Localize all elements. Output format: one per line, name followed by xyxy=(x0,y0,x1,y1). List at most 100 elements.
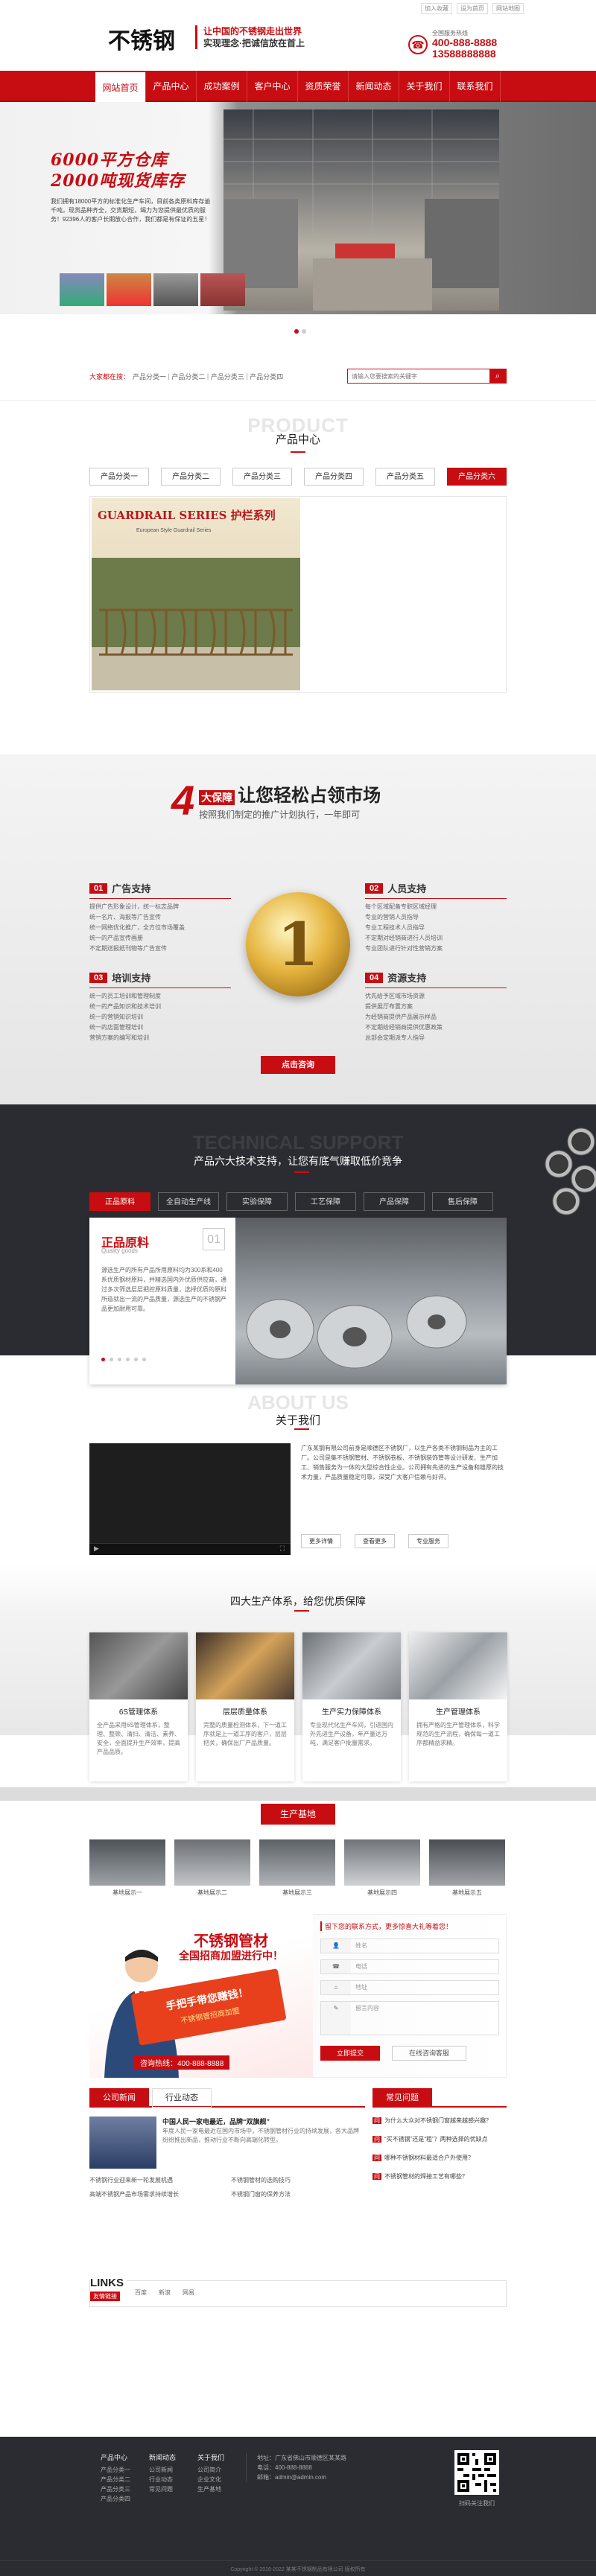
nav-item-products[interactable]: 产品中心 xyxy=(146,71,197,102)
faq-item[interactable]: 问为什么大众对不锈钢门窗越来越感兴趣？ xyxy=(372,2117,507,2125)
tab-category-4[interactable]: 产品分类四 xyxy=(304,468,364,486)
block-line: 统一名片、海报等广告宣传 xyxy=(89,914,161,920)
block-line: 提供广告形象设计，统一标志品牌 xyxy=(89,903,179,910)
tab-company-news[interactable]: 公司新闻 xyxy=(89,2088,149,2108)
tab-raw-material[interactable]: 正品原料 xyxy=(89,1192,150,1211)
nav-item-cases[interactable]: 成功案例 xyxy=(197,71,247,102)
news-thumb[interactable] xyxy=(89,2117,156,2169)
hot-keyword-3[interactable]: 产品分类三 xyxy=(211,372,244,381)
top-link-homepage[interactable]: 设为首页 xyxy=(457,3,488,14)
production-item-1[interactable]: 基地展示一 xyxy=(89,1839,165,1897)
message-field[interactable]: ✎ 留言内容 xyxy=(320,2001,499,2035)
production-item-4[interactable]: 基地展示四 xyxy=(344,1839,420,1897)
qr-code-icon xyxy=(454,2450,499,2495)
block-line: 优先给予区域市场资源 xyxy=(365,993,425,999)
about-video[interactable]: ▶ ⛶ xyxy=(89,1443,291,1555)
top-link-sitemap[interactable]: 网站地图 xyxy=(492,3,524,14)
footer-link[interactable]: 产品分类三 xyxy=(101,2484,130,2494)
tab-after-sales[interactable]: 售后保障 xyxy=(432,1192,493,1211)
tab-category-2[interactable]: 产品分类二 xyxy=(161,468,221,486)
fullscreen-icon[interactable]: ⛶ xyxy=(280,1545,285,1553)
nav-item-about[interactable]: 关于我们 xyxy=(399,71,450,102)
production-item-5[interactable]: 基地展示五 xyxy=(429,1839,505,1897)
faq-item[interactable]: 问不锈钢管材的焊接工艺有哪些？ xyxy=(372,2172,507,2181)
guarantee-card-4[interactable]: 生产管理体系 拥有严格的生产管理体系，科学规范的生产流程，确保每一道工序都精益求… xyxy=(409,1632,507,1781)
hot-keyword-2[interactable]: 产品分类二 xyxy=(171,372,205,381)
play-icon[interactable]: ▶ xyxy=(94,1545,99,1553)
about-more-button[interactable]: 更多详情 xyxy=(301,1534,341,1548)
block-line: 统一的营销知识培训 xyxy=(89,1014,143,1020)
faq-title: 常见问题 xyxy=(372,2088,432,2108)
friend-link[interactable]: 百度 xyxy=(135,2289,147,2297)
guarantee-card-1[interactable]: 6S管理体系 全产品采用6S管理体系，整理、整顿、清扫、清洁、素养、安全，全面提… xyxy=(89,1632,188,1781)
tab-category-3[interactable]: 产品分类三 xyxy=(232,468,292,486)
product-grid: GUARDRAIL SERIES 护栏系列 European Style Gua… xyxy=(89,496,507,693)
block-line: 统一的产品知识和技术培训 xyxy=(89,1003,161,1010)
title-underline xyxy=(294,1428,309,1430)
footer-link[interactable]: 公司简介 xyxy=(197,2465,224,2475)
nav-item-contact[interactable]: 联系我们 xyxy=(450,71,501,102)
faq-item[interactable]: 问 “买不锈钢”还是“租”？两种选择的优缺点 xyxy=(372,2135,507,2143)
tab-category-6[interactable]: 产品分类六 xyxy=(447,468,507,486)
product-card-guardrail[interactable]: GUARDRAIL SERIES 护栏系列 European Style Gua… xyxy=(92,498,300,690)
nav-item-honors[interactable]: 资质荣誉 xyxy=(298,71,349,102)
friend-link[interactable]: 新浪 xyxy=(159,2289,171,2297)
nav-item-home[interactable]: 网站首页 xyxy=(95,71,146,102)
guarantee-card-3[interactable]: 生产实力保障体系 专业现代化生产车间，引进国内外先进生产设备，年产量达万吨，满足… xyxy=(302,1632,401,1781)
hero-banner[interactable]: 6000平方仓库 2000吨现货库存 我们拥有18000平方的标准化生产车间，目… xyxy=(0,102,596,314)
tab-product[interactable]: 产品保障 xyxy=(364,1192,425,1211)
hot-keyword-1[interactable]: 产品分类一 xyxy=(133,372,166,381)
carousel-dot-2[interactable] xyxy=(302,329,306,334)
footer-link[interactable]: 公司新闻 xyxy=(149,2465,176,2475)
tab-industry-news[interactable]: 行业动态 xyxy=(152,2088,212,2108)
footer-link[interactable]: 企业文化 xyxy=(197,2475,224,2484)
about-view-button[interactable]: 查看更多 xyxy=(355,1534,395,1548)
production-item-label: 基地展示一 xyxy=(112,1889,142,1896)
footer-link[interactable]: 产品分类二 xyxy=(101,2475,130,2484)
tab-craft[interactable]: 工艺保障 xyxy=(295,1192,356,1211)
submit-button[interactable]: 立即提交 xyxy=(320,2046,380,2061)
warehouse-image xyxy=(224,109,499,311)
block-title: 资源支持 xyxy=(387,973,427,984)
tab-category-5[interactable]: 产品分类五 xyxy=(375,468,435,486)
nav-item-news[interactable]: 新闻动态 xyxy=(349,71,399,102)
production-item-2[interactable]: 基地展示二 xyxy=(174,1839,250,1897)
news-headline[interactable]: 中国人民一家电最近，品牌“双旗舰” xyxy=(162,2117,270,2126)
tab-production-line[interactable]: 全自动生产线 xyxy=(158,1192,219,1211)
nav-item-clients[interactable]: 客户中心 xyxy=(247,71,298,102)
guarantee-card-title: 生产管理体系 xyxy=(436,1708,481,1717)
phone-field[interactable]: ☎ 电话 xyxy=(320,1959,499,1974)
top-link-favorite[interactable]: 加入收藏 xyxy=(421,3,452,14)
join-hotline-number: 400-888-8888 xyxy=(177,2060,224,2068)
news-list-item[interactable]: 不锈钢行业迎来新一轮发展机遇 xyxy=(89,2176,224,2184)
news-headline-text: 年度人民一家电最近在国内市场中，不锈钢管材行业的持续发展，各大品牌纷纷推出新品，… xyxy=(162,2128,359,2143)
footer-link[interactable]: 生产基地 xyxy=(197,2484,224,2494)
tab-category-1[interactable]: 产品分类一 xyxy=(89,468,149,486)
production-item-3[interactable]: 基地展示三 xyxy=(259,1839,335,1897)
footer-link[interactable]: 常见问题 xyxy=(149,2484,176,2494)
search-input[interactable] xyxy=(348,369,489,383)
footer-link[interactable]: 行业动态 xyxy=(149,2475,176,2484)
friend-link[interactable]: 网易 xyxy=(183,2289,194,2297)
tab-lab[interactable]: 实验保障 xyxy=(226,1192,288,1211)
news-list-item[interactable]: 不锈钢门窗的保养方法 xyxy=(231,2190,365,2198)
hot-keyword-4[interactable]: 产品分类四 xyxy=(250,372,283,381)
news-list-item[interactable]: 高端不锈钢产品市场需求持续增长 xyxy=(89,2190,224,2198)
faq-item[interactable]: 问哪种不锈钢材料最适合户外使用？ xyxy=(372,2154,507,2162)
question-icon: 问 xyxy=(372,2117,381,2124)
carousel-dot-1[interactable] xyxy=(294,329,299,334)
name-field[interactable]: 👤 姓名 xyxy=(320,1939,499,1953)
site-logo[interactable]: 不锈钢 xyxy=(108,22,175,55)
guarantee-card-2[interactable]: 层层质量体系 完整的质量检测体系，下一道工序就是上一道工序的客户，层层把关，确保… xyxy=(196,1632,294,1781)
slogan-line-2: 实现理念·把诚信放在首上 xyxy=(203,38,305,48)
consult-button[interactable]: 点击咨询 xyxy=(261,1056,335,1074)
online-consult-button[interactable]: 在线咨询客服 xyxy=(392,2046,466,2061)
footer-link[interactable]: 产品分类一 xyxy=(101,2465,130,2475)
footer-link[interactable]: 产品分类四 xyxy=(101,2494,130,2504)
block-line: 不定期给经销商提供优惠政策 xyxy=(365,1024,443,1031)
production-item-label: 基地展示四 xyxy=(367,1889,397,1896)
address-field[interactable]: ⌂ 地址 xyxy=(320,1980,499,1995)
news-list-item[interactable]: 不锈钢管材的选购技巧 xyxy=(231,2176,365,2184)
about-service-button[interactable]: 专业服务 xyxy=(408,1534,448,1548)
search-icon[interactable]: ⌕ xyxy=(489,369,506,383)
